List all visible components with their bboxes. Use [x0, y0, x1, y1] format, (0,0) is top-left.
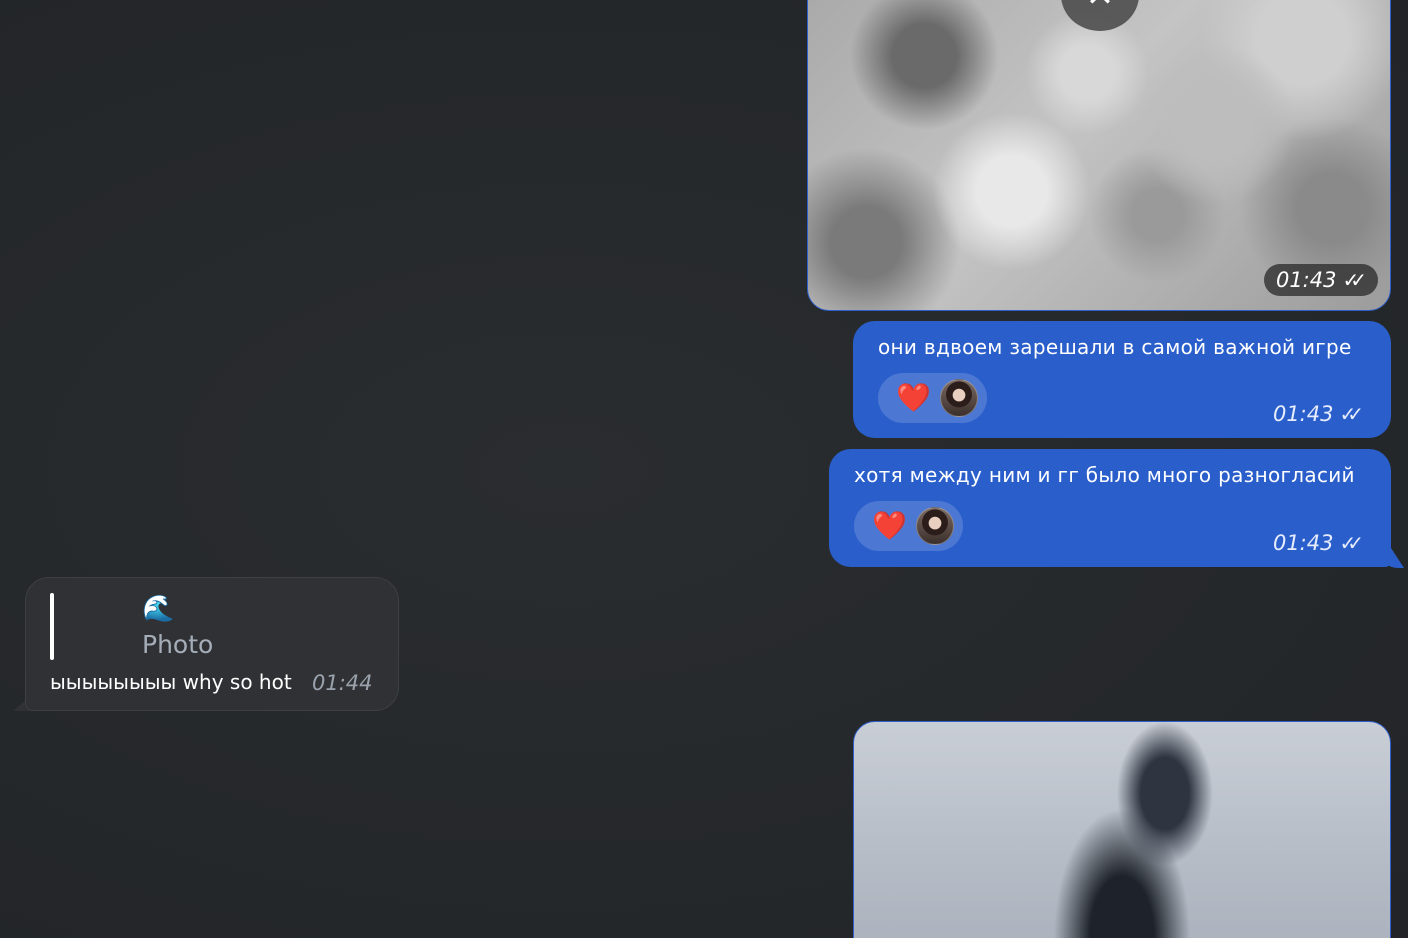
reactor-avatar[interactable]	[940, 379, 978, 417]
reaction-badge[interactable]: ❤️	[854, 501, 963, 551]
photo-message-bottom[interactable]	[853, 721, 1391, 938]
reply-quote-bar	[50, 593, 54, 660]
message-text: хотя между ним и гг было много разноглас…	[854, 463, 1355, 487]
reaction-badge[interactable]: ❤️	[878, 373, 987, 423]
message-time: 01:43	[1275, 268, 1337, 292]
photo-time-badge: 01:43 ✓✓	[1263, 264, 1378, 296]
message-meta: 01:43 ✓✓	[1272, 402, 1364, 426]
outgoing-message[interactable]: они вдвоем зарешали в самой важной игре …	[853, 321, 1391, 438]
chat-area: ✕ 01:43 ✓✓ они вдвоем зарешали в самой в…	[0, 0, 1408, 938]
outgoing-message[interactable]: хотя между ним и гг было много разноглас…	[829, 449, 1391, 567]
message-meta: 01:43 ✓✓	[1272, 531, 1364, 555]
double-check-icon: ✓✓	[1339, 402, 1363, 426]
message-time: 01:43	[1272, 402, 1334, 426]
message-time: 01:43	[1272, 531, 1334, 555]
close-icon[interactable]: ✕	[1061, 0, 1139, 31]
reactor-avatar[interactable]	[916, 507, 954, 545]
message-text: они вдвоем зарешали в самой важной игре	[878, 335, 1352, 359]
photo-message-top[interactable]: ✕ 01:43 ✓✓	[807, 0, 1391, 311]
wave-emoji-icon[interactable]: 🌊	[142, 594, 174, 624]
double-check-icon: ✓✓	[1339, 531, 1363, 555]
reply-preview-label[interactable]: Photo	[142, 630, 213, 659]
incoming-message[interactable]: 🌊 Photo ыыыыыыыы why so hot 01:44	[25, 577, 399, 711]
heart-reaction-icon: ❤️	[872, 509, 907, 542]
heart-reaction-icon: ❤️	[896, 381, 931, 414]
message-text: ыыыыыыыы why so hot	[50, 670, 292, 694]
double-check-icon: ✓✓	[1342, 268, 1366, 292]
message-time: 01:44	[312, 671, 373, 695]
